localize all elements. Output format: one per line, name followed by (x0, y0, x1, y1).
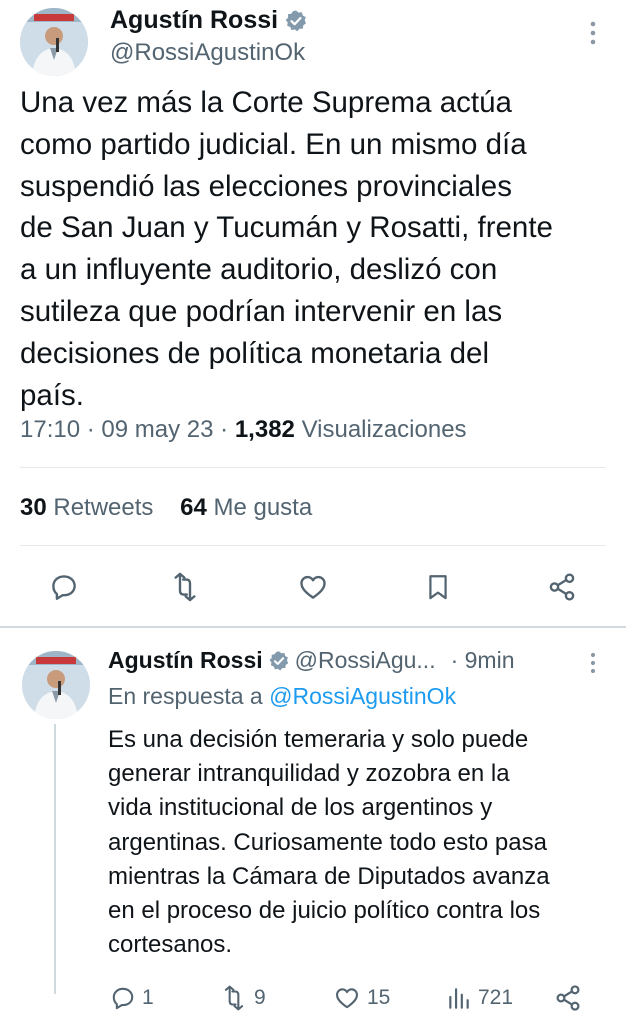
tweet-text: Una vez más la Corte Suprema actúa como … (20, 86, 553, 412)
verified-badge-icon (269, 650, 288, 670)
retweet-icon (174, 572, 196, 602)
retweet-count: 9 (254, 986, 266, 1009)
retweet-button[interactable] (165, 565, 205, 609)
reply-count: 1 (142, 986, 154, 1009)
tweet-actions (0, 565, 626, 609)
replying-to-prefix: En respuesta a (108, 683, 263, 709)
divider (20, 467, 606, 468)
profile-photo-icon (22, 651, 90, 719)
retweets-label: Retweets (53, 494, 154, 521)
replying-to: En respuesta a @RossiAgustinOk (108, 683, 456, 710)
likes-stat[interactable]: 64 Me gusta (180, 494, 312, 521)
tweet-meta: 17:10 · 09 may 23 · 1,382 Visualizacione… (20, 416, 467, 444)
reply-icon (112, 987, 134, 1010)
reply-author-avatar[interactable] (22, 651, 90, 719)
reply-author-handle[interactable]: @RossiAgu... (295, 647, 436, 674)
section-divider (0, 626, 626, 628)
views-label: Visualizaciones (301, 416, 467, 443)
like-button[interactable] (293, 565, 333, 609)
more-options-icon[interactable] (586, 650, 600, 676)
views-count: 1,382 (234, 416, 295, 443)
reply-header: Agustín Rossi @RossiAgu... · 9min (108, 647, 515, 674)
retweet-icon (224, 985, 244, 1011)
likes-label: Me gusta (213, 494, 313, 521)
divider (20, 545, 606, 546)
reply-age[interactable]: · 9min (451, 647, 515, 674)
meta-separator: · (220, 416, 235, 443)
tweet-time[interactable]: 17:10 (20, 416, 80, 443)
author-avatar[interactable] (20, 8, 88, 76)
reply-reply-button[interactable]: 1 (110, 978, 154, 1018)
more-options-icon[interactable] (586, 18, 600, 48)
like-icon (336, 988, 358, 1009)
profile-photo-icon (20, 8, 88, 76)
share-icon (556, 985, 580, 1011)
reply-views-button[interactable]: 721 (446, 978, 513, 1018)
replying-to-handle[interactable]: @RossiAgustinOk (269, 683, 456, 709)
tweet-date[interactable]: 09 may 23 (101, 416, 213, 443)
author-handle[interactable]: @RossiAgustinOk (110, 39, 305, 67)
verified-badge-icon (285, 10, 307, 31)
reply-button[interactable] (44, 565, 84, 609)
share-button[interactable] (542, 565, 582, 609)
reply-like-button[interactable]: 15 (333, 978, 390, 1018)
author-name[interactable]: Agustín Rossi (110, 6, 278, 35)
meta-separator: · (86, 416, 102, 443)
reply-actions: 1 9 15 721 (0, 978, 626, 1018)
bookmark-button[interactable] (418, 565, 458, 609)
reply-icon (52, 575, 76, 600)
view-count: 721 (478, 986, 514, 1009)
reply-share-button[interactable] (554, 978, 582, 1018)
author-name-row: Agustín Rossi (110, 6, 308, 35)
engagement-stats: 30 Retweets 64 Me gusta (20, 494, 312, 522)
retweets-count: 30 (20, 494, 47, 521)
reply-retweet-button[interactable]: 9 (220, 978, 266, 1018)
likes-count: 64 (180, 494, 207, 521)
thread-line (54, 724, 56, 994)
reply-author-name[interactable]: Agustín Rossi (108, 647, 263, 674)
like-icon (300, 575, 326, 599)
retweets-stat[interactable]: 30 Retweets (20, 494, 153, 521)
bookmark-icon (429, 575, 447, 600)
like-count: 15 (367, 986, 391, 1009)
share-icon (549, 573, 575, 601)
reply-text: Es una decisión temeraria y solo puede g… (108, 726, 550, 959)
views-icon (449, 988, 469, 1009)
